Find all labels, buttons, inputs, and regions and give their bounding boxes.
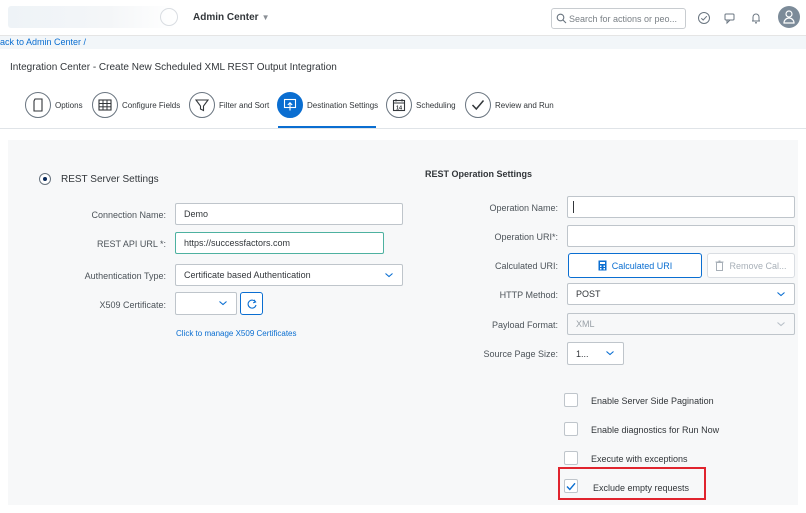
checkmark-icon <box>465 92 491 118</box>
source-page-size-value: 1... <box>576 348 589 359</box>
wizard-step-label: Destination Settings <box>307 100 379 110</box>
enable-server-side-pagination-label: Enable Server Side Pagination <box>591 396 714 406</box>
rest-api-url-label: REST API URL *: <box>96 239 166 249</box>
chevron-down-icon <box>385 273 393 278</box>
calculated-uri-label: Calculated URI: <box>494 261 558 271</box>
enable-server-side-pagination-checkbox[interactable] <box>564 393 578 407</box>
search-input[interactable]: Search for actions or peo... <box>551 8 686 29</box>
calculated-uri-button[interactable]: Calculated URI <box>568 253 702 278</box>
remove-calculated-uri-button[interactable]: Remove Cal... <box>707 253 795 278</box>
shell-title-label: Admin Center <box>193 12 259 23</box>
calculator-icon <box>598 260 607 271</box>
search-placeholder: Search for actions or peo... <box>569 14 678 24</box>
wizard-step-label: Filter and Sort <box>219 100 270 110</box>
filter-icon <box>189 92 215 118</box>
operation-name-field[interactable] <box>567 196 795 218</box>
remove-calculated-uri-label: Remove Cal... <box>729 260 787 271</box>
connection-name-label: Connection Name: <box>91 210 166 220</box>
wizard-steps: Options Configure Fields Filter and Sort… <box>0 84 806 128</box>
chevron-down-icon <box>777 322 785 327</box>
search-icon <box>556 13 567 24</box>
chevron-down-icon: ▼ <box>261 13 270 22</box>
company-logo[interactable] <box>8 6 178 28</box>
calendar-day-label: 14 <box>396 105 403 111</box>
x509-certificate-select[interactable] <box>175 292 237 315</box>
payload-format-value: XML <box>576 319 595 329</box>
enable-diagnostics-label: Enable diagnostics for Run Now <box>591 425 720 435</box>
authentication-type-value: Certificate based Authentication <box>184 270 311 280</box>
payload-format-label: Payload Format: <box>491 320 558 330</box>
approve-check-icon[interactable] <box>696 10 712 26</box>
table-grid-icon <box>92 92 118 118</box>
payload-format-select: XML <box>567 313 795 335</box>
logo-ring-icon <box>160 8 178 26</box>
highlight-box <box>558 467 706 500</box>
execute-with-exceptions-label: Execute with exceptions <box>591 454 688 464</box>
rest-server-settings-title: REST Server Settings <box>61 174 159 185</box>
operation-uri-field[interactable] <box>567 225 795 247</box>
rest-operation-settings-title: REST Operation Settings <box>425 169 533 179</box>
calendar-icon: 14 <box>386 92 412 118</box>
enable-diagnostics-checkbox[interactable] <box>564 422 578 436</box>
wizard-step-review-and-run[interactable]: Review and Run <box>465 90 554 120</box>
wizard-step-scheduling[interactable]: 14 Scheduling <box>386 90 456 120</box>
breadcrumb-back-link[interactable]: ack to Admin Center / <box>0 37 86 47</box>
manage-x509-certificates-link[interactable]: Click to manage X509 Certificates <box>176 329 297 338</box>
rest-api-url-value: https://successfactors.com <box>184 238 291 248</box>
wizard-step-label: Options <box>55 100 83 110</box>
document-icon <box>25 92 51 118</box>
calculated-uri-button-label: Calculated URI <box>611 260 673 271</box>
wizard-step-label: Configure Fields <box>122 100 181 110</box>
avatar[interactable] <box>778 6 800 28</box>
x509-certificate-label: X509 Certificate: <box>99 300 166 310</box>
wizard-step-destination-settings[interactable]: Destination Settings <box>277 90 378 120</box>
breadcrumb-bar: ack to Admin Center / <box>0 36 806 49</box>
rest-server-radio[interactable] <box>39 173 51 185</box>
source-page-size-select[interactable]: 1... <box>567 342 624 365</box>
source-page-size-label: Source Page Size: <box>483 349 558 359</box>
page-title: Integration Center - Create New Schedule… <box>10 62 337 73</box>
wizard-step-configure-fields[interactable]: Configure Fields <box>92 90 180 120</box>
wizard-step-filter-and-sort[interactable]: Filter and Sort <box>189 90 269 120</box>
divider <box>0 128 806 129</box>
http-method-label: HTTP Method: <box>499 290 558 300</box>
feedback-icon[interactable] <box>722 10 738 26</box>
text-cursor <box>573 201 574 213</box>
connection-name-field[interactable]: Demo <box>175 203 403 225</box>
chevron-down-icon <box>219 301 227 306</box>
refresh-icon <box>247 298 257 309</box>
execute-with-exceptions-checkbox[interactable] <box>564 451 578 465</box>
chevron-down-icon <box>777 292 785 297</box>
wizard-step-options[interactable]: Options <box>25 90 83 120</box>
wizard-step-label: Scheduling <box>416 100 456 110</box>
user-icon <box>783 10 795 24</box>
http-method-value: POST <box>576 289 601 299</box>
operation-uri-label: Operation URI*: <box>494 232 558 242</box>
rest-api-url-field[interactable]: https://successfactors.com <box>175 232 384 254</box>
refresh-certificates-button[interactable] <box>240 292 263 315</box>
upload-screen-icon <box>277 92 303 118</box>
trash-icon <box>715 260 724 271</box>
shell-bar: Admin Center ▼ Search for actions or peo.… <box>0 0 806 36</box>
authentication-type-select[interactable]: Certificate based Authentication <box>175 264 403 286</box>
notification-bell-icon[interactable] <box>748 10 764 26</box>
wizard-step-label: Review and Run <box>495 100 554 110</box>
http-method-select[interactable]: POST <box>567 283 795 305</box>
admin-center-menu[interactable]: Admin Center ▼ <box>193 12 269 23</box>
operation-name-label: Operation Name: <box>489 203 558 213</box>
connection-name-value: Demo <box>184 209 209 219</box>
chevron-down-icon <box>606 351 614 356</box>
authentication-type-label: Authentication Type: <box>84 271 166 281</box>
